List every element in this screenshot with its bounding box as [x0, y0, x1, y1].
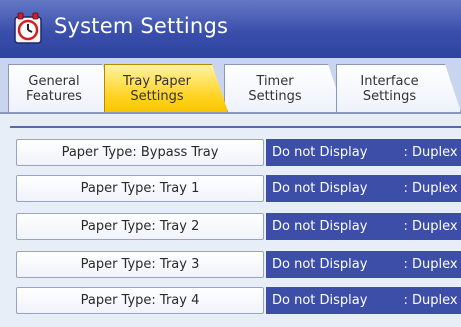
setting-value: Do not Display : Duplex C: [266, 287, 461, 314]
tab-label: Interface Settings: [360, 73, 419, 104]
paper-type-bypass-tray-button[interactable]: Paper Type: Bypass Tray: [16, 139, 264, 166]
duplex-value: : Duplex C: [403, 181, 461, 196]
setting-value: Do not Display : Duplex C: [266, 139, 461, 166]
section-divider: [10, 126, 461, 128]
setting-row-tray-4: Paper Type: Tray 4 Do not Display : Dupl…: [16, 287, 461, 314]
page-title: System Settings: [54, 14, 229, 38]
tab-tray-paper-settings[interactable]: Tray Paper Settings: [104, 64, 228, 112]
display-value: Do not Display: [272, 145, 368, 160]
display-value: Do not Display: [272, 293, 368, 308]
clock-settings-icon: [14, 12, 42, 44]
paper-type-tray-1-button[interactable]: Paper Type: Tray 1: [16, 175, 264, 202]
duplex-value: : Duplex C: [403, 145, 461, 160]
tab-divider: [0, 112, 461, 114]
duplex-value: : Duplex C: [403, 293, 461, 308]
paper-type-tray-4-button[interactable]: Paper Type: Tray 4: [16, 287, 264, 314]
display-value: Do not Display: [272, 181, 368, 196]
tab-general-features[interactable]: General Features: [8, 64, 118, 112]
setting-row-tray-1: Paper Type: Tray 1 Do not Display : Dupl…: [16, 175, 461, 202]
setting-row-tray-3: Paper Type: Tray 3 Do not Display : Dupl…: [16, 251, 461, 278]
tab-label: Tray Paper Settings: [123, 73, 191, 104]
setting-value: Do not Display : Duplex C: [266, 251, 461, 278]
paper-type-tray-2-button[interactable]: Paper Type: Tray 2: [16, 213, 264, 240]
tab-label: Timer Settings: [248, 73, 302, 104]
tab-timer-settings[interactable]: Timer Settings: [224, 64, 344, 112]
duplex-value: : Duplex C: [403, 219, 461, 234]
title-bar: System Settings: [0, 0, 461, 58]
setting-row-bypass-tray: Paper Type: Bypass Tray Do not Display :…: [16, 139, 461, 166]
display-value: Do not Display: [272, 257, 368, 272]
tab-bar: General Features Tray Paper Settings Tim…: [0, 58, 461, 114]
setting-value: Do not Display : Duplex C: [266, 213, 461, 240]
tab-label: General Features: [26, 73, 82, 104]
setting-row-tray-2: Paper Type: Tray 2 Do not Display : Dupl…: [16, 213, 461, 240]
duplex-value: : Duplex C: [403, 257, 461, 272]
setting-value: Do not Display : Duplex C: [266, 175, 461, 202]
paper-type-tray-3-button[interactable]: Paper Type: Tray 3: [16, 251, 264, 278]
tab-interface-settings[interactable]: Interface Settings: [336, 64, 461, 112]
display-value: Do not Display: [272, 219, 368, 234]
